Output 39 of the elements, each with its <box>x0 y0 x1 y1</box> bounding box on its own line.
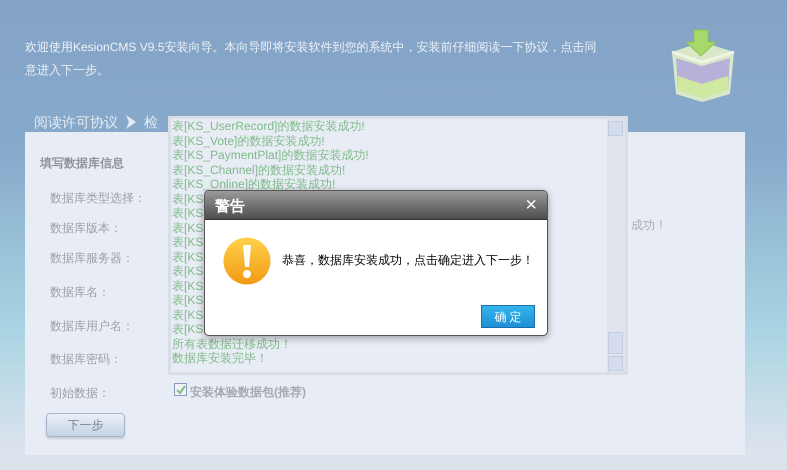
log-line: 表[KS <box>172 192 204 206</box>
log-line: 表[KS_Channel]的数据安装成功! <box>172 162 346 177</box>
field-label: 数据库类型选择： <box>50 190 146 207</box>
log-line: 表[KS <box>172 278 204 293</box>
log-line: 表[KS <box>172 322 204 336</box>
section-heading: 填写数据库信息 <box>40 155 124 172</box>
log-line: 表[KS <box>172 206 204 220</box>
field-label: 数据库服务器： <box>50 250 134 267</box>
field-label: 数据库名： <box>50 284 110 301</box>
next-button[interactable]: 下一步 <box>46 413 125 437</box>
field-label: 数据库用户名： <box>50 318 134 335</box>
scrollbar[interactable] <box>607 119 625 372</box>
log-line: 表[KS <box>172 293 204 308</box>
dialog-message: 恭喜，数据库安装成功，点击确定进入下一步！ <box>282 252 534 269</box>
log-line: 表[KS <box>172 250 204 264</box>
step-label: 检 <box>144 113 158 132</box>
step-label: 阅读许可协议 <box>34 113 118 132</box>
log-line: 表[KS <box>172 235 204 250</box>
field-label: 初始数据： <box>50 385 110 402</box>
log-line: 表[KS_Vote]的数据安装成功! <box>172 134 325 148</box>
log-line: 数据库安装完毕！ <box>172 351 268 366</box>
chevron-icon <box>124 114 138 130</box>
intro-text: 欢迎使用KesionCMS V9.5安装向导。本向导即将安装软件到您的系统中，安装前仔细阅读一下协议，点击同意进入下一步。 <box>25 39 597 79</box>
log-line: 表[KS <box>172 264 204 278</box>
log-line: 表[KS_Online]的数据安装成功! <box>172 177 336 192</box>
dialog-title: 警告 <box>215 197 245 217</box>
checkbox[interactable] <box>174 383 187 396</box>
field-label: 数据库版本： <box>50 220 122 237</box>
ok-button[interactable]: 确 定 <box>481 305 535 328</box>
checkbox-label: 安装体验数据包(推荐) <box>190 384 306 401</box>
status-text: 成功！ <box>631 217 667 234</box>
log-line: 表[KS_PaymentPlat]的数据安装成功! <box>172 148 369 162</box>
warning-icon <box>223 237 271 285</box>
close-button[interactable]: × <box>525 194 537 216</box>
log-line: 所有表数据迁移成功！ <box>172 336 292 351</box>
field-label: 数据库密码： <box>50 351 122 368</box>
log-line: 表[KS_UserRecord]的数据安装成功! <box>172 119 365 134</box>
log-line: 表[KS <box>172 308 204 322</box>
log-line: 表[KS <box>172 220 204 235</box>
